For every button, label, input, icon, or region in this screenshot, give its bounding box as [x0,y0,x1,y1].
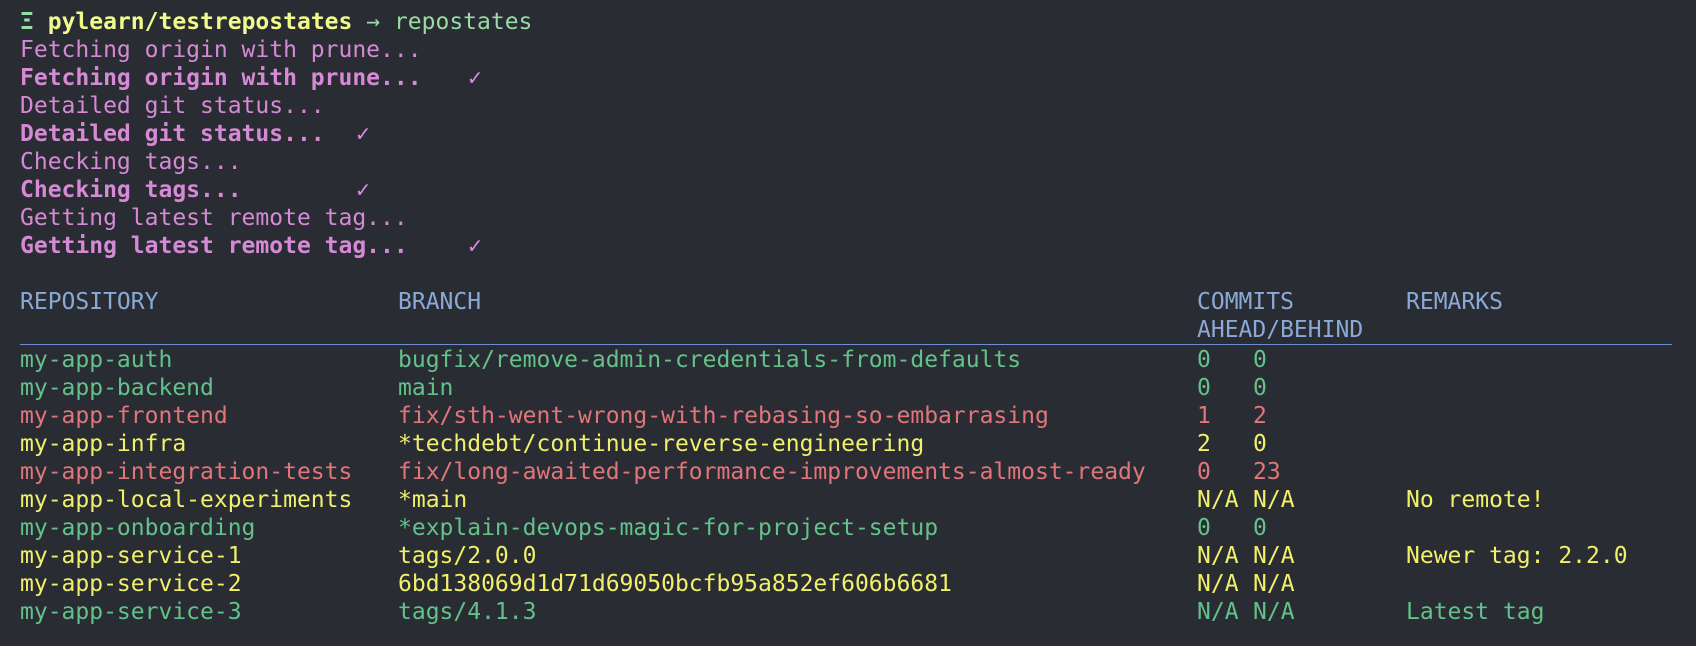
checkmark-icon: ✓ [468,65,482,91]
repo-name: my-app-local-experiments [20,487,353,513]
progress-line-done: Getting latest remote tag... [20,232,408,260]
branch-name: 6bd138069d1d71d69050bcfb95a852ef606b6681 [398,571,952,597]
command-text: repostates [393,9,533,35]
commits-ahead: N/A [1197,487,1239,513]
header-commits-ahead-behind: AHEAD/BEHIND [1197,317,1364,343]
branch-name: *explain-devops-magic-for-project-setup [398,515,939,541]
shell-prompt: Ξ pylearn/testrepostates → repostates [20,8,532,36]
branch-name: fix/sth-went-wrong-with-rebasing-so-emba… [398,403,1049,429]
repo-name: my-app-service-2 [20,571,242,597]
progress-line: Fetching origin with prune... [20,37,422,63]
commits-ahead: 2 [1197,431,1211,457]
commits-ahead: N/A [1197,599,1239,625]
progress-label: Detailed git status... [20,121,325,147]
repo-name: my-app-onboarding [20,515,256,541]
progress-label: Fetching origin with prune... [20,65,422,91]
commits-ahead: 0 [1197,375,1211,401]
progress-label: Getting latest remote tag... [20,233,408,259]
header-commits: COMMITS [1197,289,1294,315]
checkmark-icon: ✓ [468,233,482,259]
remarks-text: Latest tag [1406,599,1545,625]
current-directory: pylearn/testrepostates [47,9,353,35]
commits-behind: N/A [1253,599,1295,625]
repo-name: my-app-auth [20,347,173,373]
commits-ahead: N/A [1197,543,1239,569]
remarks-text: No remote! [1406,487,1545,513]
repo-name: my-app-infra [20,431,187,457]
commits-ahead: 0 [1197,459,1211,485]
header-branch: BRANCH [398,289,482,315]
progress-line: Detailed git status... [20,93,325,119]
repo-name: my-app-backend [20,375,214,401]
commits-ahead: 0 [1197,515,1211,541]
commits-behind: 2 [1253,403,1267,429]
branch-name: bugfix/remove-admin-credentials-from-def… [398,347,1022,373]
progress-line-done: Checking tags... [20,176,242,204]
commits-behind: 23 [1253,459,1281,485]
branch-name: tags/4.1.3 [398,599,537,625]
commits-behind: N/A [1253,571,1295,597]
repo-name: my-app-integration-tests [20,459,353,485]
progress-label: Checking tags... [20,177,242,203]
commits-behind: 0 [1253,347,1267,373]
commits-ahead: N/A [1197,571,1239,597]
checkmark-icon: ✓ [356,177,370,203]
progress-line-done: Detailed git status... [20,120,325,148]
repo-name: my-app-service-1 [20,543,242,569]
repo-name: my-app-service-3 [20,599,242,625]
progress-line: Getting latest remote tag... [20,205,408,231]
commits-behind: N/A [1253,543,1295,569]
branch-name: fix/long-awaited-performance-improvement… [398,459,1146,485]
repo-name: my-app-frontend [20,403,228,429]
commits-behind: 0 [1253,515,1267,541]
remarks-text: Newer tag: 2.2.0 [1406,543,1628,569]
header-remarks: REMARKS [1406,289,1503,315]
header-divider [20,344,1672,345]
commits-behind: 0 [1253,375,1267,401]
progress-line: Checking tags... [20,149,242,175]
branch-name: main [398,375,454,401]
checkmark-icon: ✓ [356,121,370,147]
branch-name: *main [398,487,468,513]
header-repository: REPOSITORY [20,289,159,315]
commits-behind: N/A [1253,487,1295,513]
prompt-arrow-icon: → [366,9,381,35]
commits-ahead: 0 [1197,347,1211,373]
branch-name: tags/2.0.0 [398,543,537,569]
branch-name: *techdebt/continue-reverse-engineering [398,431,925,457]
commits-ahead: 1 [1197,403,1211,429]
progress-line-done: Fetching origin with prune... [20,64,422,92]
commits-behind: 0 [1253,431,1267,457]
prompt-icon: Ξ [20,9,34,35]
